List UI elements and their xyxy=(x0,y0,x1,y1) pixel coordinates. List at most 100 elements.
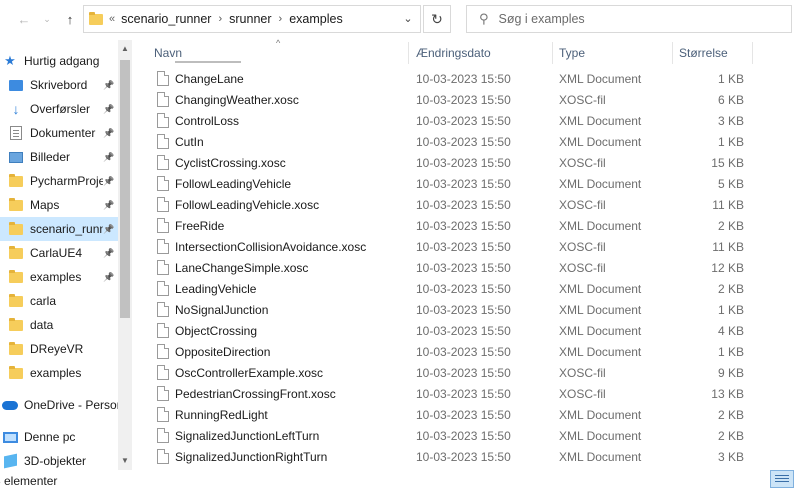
sidebar-item[interactable]: Billeder 📌 xyxy=(0,145,118,169)
file-row[interactable]: CutIn 10-03-2023 15:50 XML Document 1 KB xyxy=(133,131,753,152)
sidebar-item[interactable]: DReyeVR xyxy=(0,337,118,361)
pin-icon[interactable]: 📌 xyxy=(103,248,115,259)
column-name[interactable]: Navn xyxy=(154,46,182,60)
folder-icon xyxy=(8,365,24,381)
sidebar-item[interactable]: Skrivebord 📌 xyxy=(0,73,118,97)
file-row[interactable]: OscControllerExample.xosc 10-03-2023 15:5… xyxy=(133,362,753,383)
pin-icon[interactable]: 📌 xyxy=(103,104,115,115)
file-icon xyxy=(157,428,169,443)
details-view-button[interactable] xyxy=(770,470,794,488)
pin-icon[interactable]: 📌 xyxy=(103,200,115,211)
file-row[interactable]: SignalizedJunctionLeftTurn 10-03-2023 15:… xyxy=(133,425,753,446)
file-row[interactable]: IntersectionCollisionAvoidance.xosc 10-03… xyxy=(133,236,753,257)
file-row[interactable]: ChangeLane 10-03-2023 15:50 XML Document 1 … xyxy=(133,68,753,89)
file-row[interactable]: SignalizedJunctionRightTurn 10-03-2023 15… xyxy=(133,446,753,467)
file-name: IntersectionCollisionAvoidance.xosc xyxy=(175,240,367,254)
file-row[interactable]: FreeRide 10-03-2023 15:50 XML Document 2 KB xyxy=(133,215,753,236)
refresh-icon: ↻ xyxy=(431,10,443,27)
file-size: 1 KB xyxy=(717,303,744,317)
chevron-right-icon[interactable]: › xyxy=(279,13,283,25)
file-row[interactable]: FollowLeadingVehicle 10-03-2023 15:50 XML … xyxy=(133,173,753,194)
sidebar-item[interactable]: ★ Hurtig adgang xyxy=(0,49,118,73)
file-row[interactable]: ChangingWeather.xosc 10-03-2023 15:50 XOSC… xyxy=(133,89,753,110)
chevron-down-icon: ⌄ xyxy=(43,13,51,24)
file-type: XOSC-fil xyxy=(559,198,606,212)
sidebar-item-label: DReyeVR xyxy=(30,342,84,356)
refresh-button[interactable]: ↻ xyxy=(423,5,451,33)
breadcrumb-item[interactable]: examples xyxy=(289,12,343,26)
file-size: 1 KB xyxy=(717,72,744,86)
search-input[interactable]: Søg i examples xyxy=(499,12,585,26)
breadcrumb-item[interactable]: srunner xyxy=(229,12,271,26)
file-icon xyxy=(157,113,169,128)
column-size[interactable]: Størrelse xyxy=(679,46,728,60)
sidebar-item[interactable]: scenario_runn 📌 xyxy=(0,217,118,241)
file-name: ChangingWeather.xosc xyxy=(175,93,299,107)
file-list-scrollbar[interactable] xyxy=(782,40,796,470)
sidebar-item[interactable]: OneDrive - Person xyxy=(0,393,118,417)
sidebar-item[interactable]: Dokumenter 📌 xyxy=(0,121,118,145)
address-dropdown-icon[interactable]: ⌄ xyxy=(400,12,416,26)
recent-locations-button[interactable]: ⌄ xyxy=(41,8,53,30)
pin-icon[interactable]: 📌 xyxy=(103,176,115,187)
breadcrumb-item[interactable]: scenario_runner xyxy=(121,12,211,26)
column-divider[interactable] xyxy=(408,42,409,64)
file-type: XML Document xyxy=(559,324,642,338)
up-button[interactable]: ↑ xyxy=(60,8,80,30)
file-name: FollowLeadingVehicle xyxy=(175,177,292,191)
file-type: XOSC-fil xyxy=(559,261,606,275)
file-row[interactable]: PedestrianCrossingFront.xosc 10-03-2023 1… xyxy=(133,383,753,404)
file-size: 2 KB xyxy=(717,219,744,233)
column-date[interactable]: Ændringsdato xyxy=(416,46,491,60)
address-bar[interactable]: « scenario_runner › srunner › examples ⌄ xyxy=(83,5,421,33)
sidebar-item[interactable]: data xyxy=(0,313,118,337)
file-row[interactable]: NoSignalJunction 10-03-2023 15:50 XML Docu… xyxy=(133,299,753,320)
pin-icon[interactable]: 📌 xyxy=(103,272,115,283)
search-box[interactable]: ⚲ Søg i examples xyxy=(466,5,792,33)
file-row[interactable]: ObjectCrossing 10-03-2023 15:50 XML Docume… xyxy=(133,320,753,341)
file-row[interactable]: CyclistCrossing.xosc 10-03-2023 15:50 XOSC… xyxy=(133,152,753,173)
arrow-up-icon: ↑ xyxy=(66,11,74,27)
back-button[interactable]: ← xyxy=(14,8,34,30)
scrollbar-thumb[interactable] xyxy=(120,60,130,318)
sort-ascending-icon: ^ xyxy=(276,38,281,48)
column-divider[interactable] xyxy=(672,42,673,64)
file-icon xyxy=(157,71,169,86)
sidebar-item[interactable]: Denne pc xyxy=(0,425,118,449)
sidebar-item-label: 3D-objekter xyxy=(24,454,87,468)
sidebar-item[interactable]: examples xyxy=(0,361,118,385)
file-row[interactable]: LeadingVehicle 10-03-2023 15:50 XML Docume… xyxy=(133,278,753,299)
scroll-up-icon[interactable]: ▲ xyxy=(118,42,132,56)
navigation-scrollbar[interactable]: ▲ ▼ xyxy=(118,40,132,470)
column-type[interactable]: Type xyxy=(559,46,585,60)
chevron-right-icon[interactable]: › xyxy=(218,13,222,25)
sidebar-item-label: scenario_runn xyxy=(30,222,103,236)
sidebar-item-label: carla xyxy=(30,294,57,308)
pin-icon[interactable]: 📌 xyxy=(103,128,115,139)
pin-icon[interactable]: 📌 xyxy=(103,80,115,91)
file-date: 10-03-2023 15:50 xyxy=(416,429,511,443)
sidebar-item[interactable]: 3D-objekter xyxy=(0,449,118,470)
pin-icon[interactable]: 📌 xyxy=(103,152,115,163)
file-icon xyxy=(157,197,169,212)
sidebar-item[interactable]: CarlaUE4 📌 xyxy=(0,241,118,265)
sidebar-item[interactable]: ↓ Overførsler 📌 xyxy=(0,97,118,121)
column-divider[interactable] xyxy=(752,42,753,64)
file-row[interactable]: RunningRedLight 10-03-2023 15:50 XML Docum… xyxy=(133,404,753,425)
sidebar-item-label: examples xyxy=(30,270,82,284)
column-divider[interactable] xyxy=(552,42,553,64)
sidebar-item[interactable]: PycharmProje 📌 xyxy=(0,169,118,193)
file-row[interactable]: OppositeDirection 10-03-2023 15:50 XML Doc… xyxy=(133,341,753,362)
file-row[interactable]: FollowLeadingVehicle.xosc 10-03-2023 15:5… xyxy=(133,194,753,215)
file-type: XOSC-fil xyxy=(559,156,606,170)
file-row[interactable]: ControlLoss 10-03-2023 15:50 XML Document 3… xyxy=(133,110,753,131)
file-row[interactable]: LaneChangeSimple.xosc 10-03-2023 15:50 XOS… xyxy=(133,257,753,278)
pin-icon[interactable]: 📌 xyxy=(103,224,115,235)
item-count: 3 elementer xyxy=(0,474,58,488)
scroll-down-icon[interactable]: ▼ xyxy=(118,454,132,468)
sidebar-item[interactable]: examples 📌 xyxy=(0,265,118,289)
breadcrumb-overflow[interactable]: « xyxy=(109,13,115,25)
sidebar-item[interactable]: Maps 📌 xyxy=(0,193,118,217)
sidebar-item[interactable]: carla xyxy=(0,289,118,313)
file-name: OscControllerExample.xosc xyxy=(175,366,324,380)
